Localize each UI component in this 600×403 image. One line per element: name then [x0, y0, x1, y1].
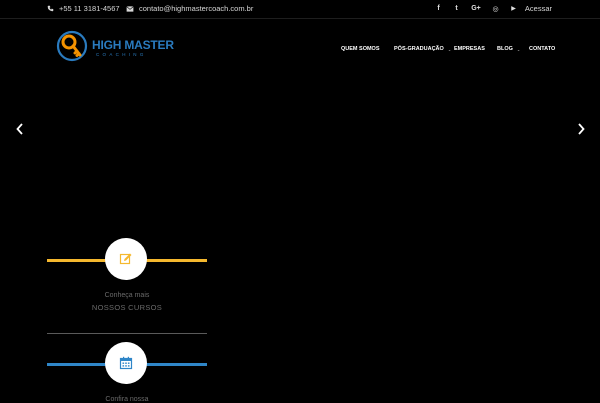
nav-label: PÓS-GRADUAÇÃO [394, 46, 444, 52]
nav-label: QUEM SOMOS [341, 46, 380, 52]
section-divider [47, 333, 207, 334]
feature-title: NOSSOS CURSOS [91, 303, 163, 312]
nav-item-quem-somos[interactable]: QUEM SOMOS [341, 46, 380, 52]
logo-title: HIGH MASTER [92, 38, 174, 52]
logo-subtitle: COACHING [96, 52, 147, 57]
social-links: f t G+ ◎ ▶ [434, 4, 518, 13]
nav-label: EMPRESAS [454, 46, 485, 52]
google-plus-icon[interactable]: G+ [470, 4, 482, 13]
email-contact[interactable]: contato@highmastercoach.com.br [126, 4, 253, 13]
email-address: contato@highmastercoach.com.br [139, 4, 254, 13]
phone-icon [47, 5, 54, 12]
calendar-icon [119, 356, 133, 370]
instagram-icon[interactable]: ◎ [491, 4, 500, 13]
phone-contact[interactable]: +55 11 3181-4567 [47, 4, 120, 13]
nav-item-pos-graduacao[interactable]: PÓS-GRADUAÇÃO ⌄ [394, 46, 451, 52]
chevron-right-icon[interactable] [576, 123, 586, 135]
twitter-icon[interactable]: t [452, 4, 461, 13]
phone-number: +55 11 3181-4567 [59, 4, 120, 13]
nav-item-empresas[interactable]: EMPRESAS [454, 46, 485, 52]
nav-label: CONTATO [529, 46, 556, 52]
nav-label: BLOG [497, 46, 513, 52]
login-link[interactable]: Acessar [525, 4, 552, 13]
feature-icon-circle[interactable] [105, 238, 147, 280]
feature-subtitle: Conheça mais [104, 292, 150, 299]
site-header: HIGH MASTER COACHING QUEM SOMOS PÓS-GRAD… [0, 19, 600, 77]
chevron-down-icon: ⌄ [516, 46, 521, 52]
top-bar: +55 11 3181-4567 contato@highmastercoach… [0, 0, 600, 19]
chevron-left-icon[interactable] [15, 123, 25, 135]
nav-item-contato[interactable]: CONTATO [529, 46, 555, 52]
facebook-icon[interactable]: f [434, 4, 443, 13]
key-logo-icon [56, 30, 88, 62]
envelope-icon [126, 5, 134, 12]
feature-icon-circle[interactable] [105, 342, 147, 384]
nav-item-blog[interactable]: BLOG ⌄ [497, 46, 520, 52]
edit-icon [119, 253, 132, 265]
site-logo[interactable]: HIGH MASTER COACHING [55, 29, 175, 63]
youtube-icon[interactable]: ▶ [509, 4, 518, 13]
chevron-down-icon: ⌄ [447, 46, 452, 52]
